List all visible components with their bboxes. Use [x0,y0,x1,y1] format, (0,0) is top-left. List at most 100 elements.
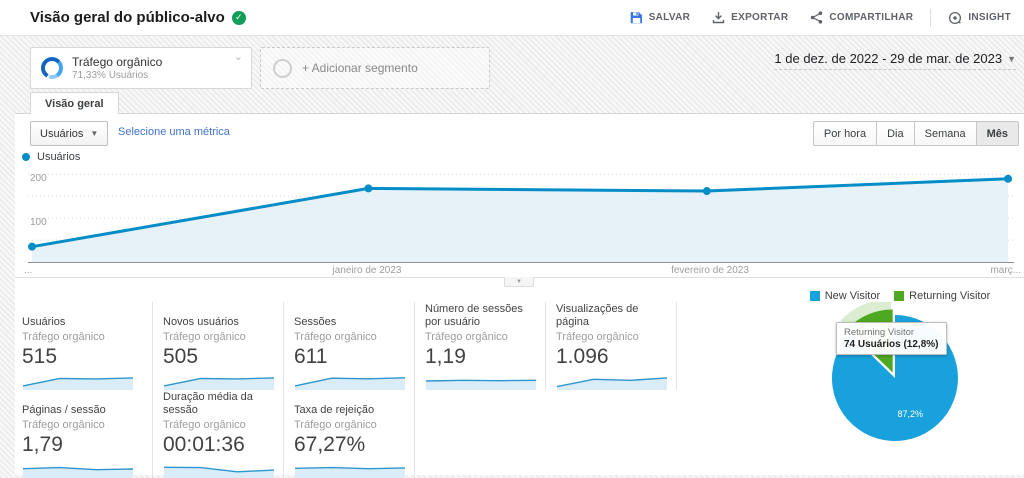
collapse-chart-button[interactable]: ▼ [504,277,534,287]
metric-card-value: 1,19 [425,345,466,368]
metric-card-value: 505 [163,345,199,368]
metric-card-title: Visualizações de página [556,303,639,328]
granularity-semana-button[interactable]: Semana [913,121,977,146]
segment-placeholder-icon [273,58,292,78]
metric-cards-row-2: Páginas / sessão Tráfego orgânico 1,79 D… [22,390,415,478]
top-action-bar: Visão geral do público-alvo ✓ SALVAR EXP… [0,0,1024,36]
svg-text:87,2%: 87,2% [898,409,924,419]
metric-card-title: Taxa de rejeição [294,404,375,416]
toolbar-actions: SALVAR EXPORTAR COMPARTILHAR INSIGHT [621,5,1024,31]
segment-name: Tráfego orgânico [72,55,163,69]
metric-card-value: 00:01:36 [163,433,245,456]
y-axis-tick: 200 [30,173,47,184]
caret-down-icon: ▼ [1007,53,1016,64]
metric-card-title: Número de sessões por usuário [425,303,523,328]
metric-card-duracao-media[interactable]: Duração média da sessão Tráfego orgânico… [163,390,284,478]
metric-sparkline [163,377,275,390]
metric-card-segment: Tráfego orgânico [22,331,105,343]
chart-legend: Usuários [22,151,80,163]
export-button[interactable]: EXPORTAR [703,5,797,30]
metric-card-taxa-rejeicao[interactable]: Taxa de rejeição Tráfego orgânico 67,27% [294,390,415,478]
metric-card-title: Páginas / sessão [22,404,106,416]
save-icon [630,12,642,24]
x-axis-tick: ... [24,265,33,276]
share-icon [811,11,823,24]
export-icon [712,12,725,24]
granularity-mes-button[interactable]: Mês [975,121,1019,146]
x-axis-tick: fevereiro de 2023 [671,265,749,276]
legend-square-icon [894,291,905,301]
pie-tooltip-title: Returning Visitor [844,327,915,338]
metric-card-novos-usuarios[interactable]: Novos usuários Tráfego orgânico 505 [163,302,284,390]
pie-legend-returning-visitor: Returning Visitor [894,290,990,302]
page-title-wrap: Visão geral do público-alvo ✓ [0,9,246,26]
metric-card-sessoes-por-usuario[interactable]: Número de sessões por usuário Tráfego or… [425,302,546,390]
pie-tooltip: Returning Visitor 74 Usuários (12,8%) [836,322,947,355]
metric-card-usuarios[interactable]: Usuários Tráfego orgânico 515 [22,302,153,390]
metric-card-segment: Tráfego orgânico [294,331,377,343]
metric-card-value: 611 [294,345,328,368]
metric-card-title: Usuários [22,316,66,328]
segment-selected-card[interactable]: Tráfego orgânico 71,33% Usuários ⌄ [30,47,252,89]
metric-selector-dropdown[interactable]: Usuários ▼ [30,121,109,146]
pie-legend-label: New Visitor [824,290,881,302]
pie-tooltip-value: 74 Usuários (12,8%) [844,339,939,350]
metric-card-segment: Tráfego orgânico [556,331,639,343]
metric-card-value: 515 [22,345,58,368]
segment-text: Tráfego orgânico 71,33% Usuários [72,55,162,81]
page-title: Visão geral do público-alvo [30,9,225,26]
metric-sparkline [294,377,406,390]
metric-selector-label: Usuários [40,127,84,140]
chart-legend-label: Usuários [37,151,81,163]
select-metric-link[interactable]: Selecione uma métrica [118,126,230,138]
save-button-label: SALVAR [648,12,691,23]
chevron-down-icon[interactable]: ⌄ [234,50,243,63]
legend-dot-icon [22,153,30,161]
metric-card-paginas-sessao[interactable]: Páginas / sessão Tráfego orgânico 1,79 [22,390,153,478]
add-segment-button[interactable]: + Adicionar segmento [260,47,490,89]
toolbar-divider [930,8,932,27]
save-button[interactable]: SALVAR [621,5,699,30]
x-axis-tick: janeiro de 2023 [332,265,402,276]
add-segment-label: + Adicionar segmento [302,61,418,75]
metric-card-value: 1,79 [22,433,63,456]
audience-overview-page: Visão geral do público-alvo ✓ SALVAR EXP… [0,0,1024,478]
pie-legend-new-visitor: New Visitor [809,290,881,302]
metric-sparkline [556,377,668,390]
segment-donut-icon [41,57,63,79]
granularity-dia-button[interactable]: Dia [876,121,915,146]
caret-down-icon: ▼ [90,129,99,138]
pie-legend-label: Returning Visitor [909,290,991,302]
metric-card-title: Sessões [294,316,337,328]
metric-card-visualizacoes[interactable]: Visualizações de página Tráfego orgânico… [556,302,677,390]
metric-card-segment: Tráfego orgânico [22,419,105,431]
time-granularity-group: Por hora Dia Semana Mês [812,121,1019,146]
date-range-selector[interactable]: 1 de dez. de 2022 - 29 de mar. de 2023 ▼ [774,51,1016,70]
y-axis-tick: 100 [30,217,47,228]
metric-card-segment: Tráfego orgânico [425,331,508,343]
tab-visao-geral[interactable]: Visão geral [30,92,119,114]
metric-cards-row-1: Usuários Tráfego orgânico 515 Novos usuá… [22,302,677,390]
metric-card-segment: Tráfego orgânico [163,419,246,431]
pie-legend: New Visitor Returning Visitor [795,290,1005,302]
metric-card-title: Novos usuários [163,316,239,328]
segment-detail: 71,33% Usuários [72,70,149,81]
metric-sparkline [163,466,275,478]
metric-card-segment: Tráfego orgânico [294,419,377,431]
legend-square-icon [809,291,820,301]
metric-card-title: Duração média da sessão [163,391,253,416]
metric-sparkline [22,466,134,478]
share-button-label: COMPARTILHAR [829,12,914,23]
insight-button[interactable]: INSIGHT [939,5,1020,31]
verified-badge-icon: ✓ [231,10,246,25]
metric-card-segment: Tráfego orgânico [163,331,246,343]
metric-card-sessoes[interactable]: Sessões Tráfego orgânico 611 [294,302,415,390]
share-button[interactable]: COMPARTILHAR [801,5,922,30]
metric-sparkline [22,377,134,390]
metric-sparkline [425,379,537,390]
metric-sparkline [294,466,406,478]
insight-button-label: INSIGHT [968,12,1011,23]
granularity-por-hora-button[interactable]: Por hora [812,121,878,146]
metric-card-value: 1.096 [556,345,609,368]
users-line-chart[interactable] [28,170,1014,263]
